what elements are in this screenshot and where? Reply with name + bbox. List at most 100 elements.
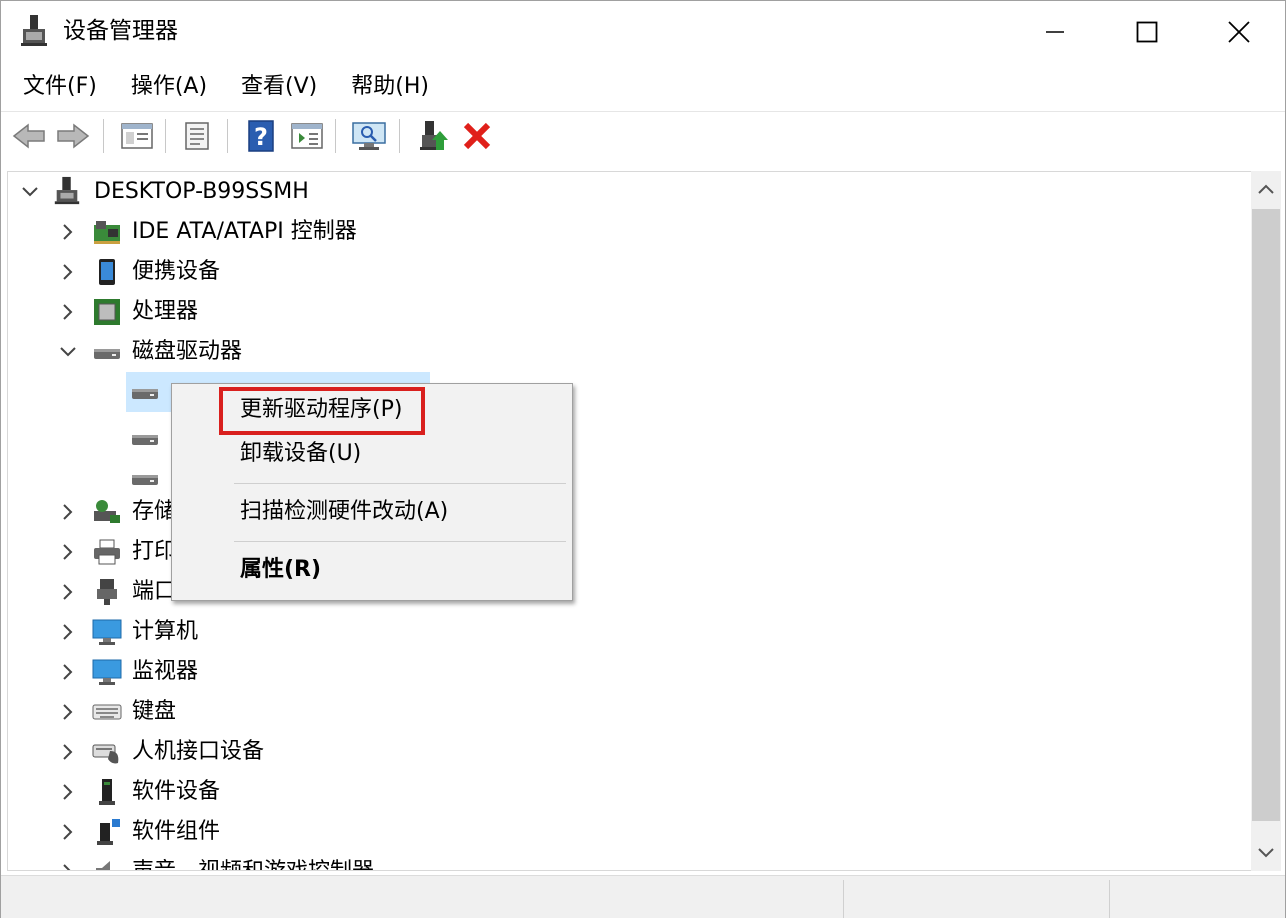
toolbar-separator xyxy=(165,119,166,153)
chevron-right-icon[interactable] xyxy=(58,582,78,602)
tree-item-software-components[interactable]: 软件组件 xyxy=(8,812,1248,852)
portable-device-icon xyxy=(99,259,115,285)
tree-item-portable-devices[interactable]: 便携设备 xyxy=(8,252,1248,292)
chevron-right-icon[interactable] xyxy=(58,662,78,682)
tree-item-label: 软件设备 xyxy=(132,779,221,804)
monitor-icon xyxy=(92,659,122,685)
run-window-icon xyxy=(291,123,323,149)
tree-root-label: DESKTOP-B99SSMH xyxy=(94,179,309,204)
status-bar xyxy=(1,875,1285,918)
sound-icon xyxy=(96,861,110,870)
status-pane xyxy=(1109,880,1285,918)
chevron-right-icon[interactable] xyxy=(58,222,78,242)
tree-item-keyboards[interactable]: 键盘 xyxy=(8,692,1248,732)
tree-item-ide-controller[interactable]: IDE ATA/ATAPI 控制器 xyxy=(8,212,1248,252)
scroll-down-button[interactable] xyxy=(1251,835,1281,871)
close-button[interactable] xyxy=(1193,1,1285,63)
tree-item-label: 处理器 xyxy=(132,299,199,324)
menu-view[interactable]: 查看(V) xyxy=(227,67,331,107)
computer-icon xyxy=(92,619,122,645)
context-menu-label: 属性(R) xyxy=(240,557,322,582)
maximize-icon xyxy=(1136,21,1158,43)
vertical-scrollbar[interactable] xyxy=(1251,171,1281,871)
menu-action[interactable]: 操作(A) xyxy=(117,67,221,107)
computer-root-icon xyxy=(54,176,80,205)
menu-file[interactable]: 文件(F) xyxy=(9,67,111,107)
context-menu-label: 卸载设备(U) xyxy=(240,441,362,466)
tree-item-label: 存储 xyxy=(132,499,177,524)
tree-item-label: 软件组件 xyxy=(132,819,221,844)
chevron-right-icon[interactable] xyxy=(58,542,78,562)
update-driver-icon xyxy=(420,121,448,150)
device-manager-window: 设备管理器 文件(F) 操作(A) 查看(V) 帮助(H) ? DESKTOP-… xyxy=(0,0,1286,918)
disk-drive-icon xyxy=(132,435,158,445)
toolbar-separator xyxy=(399,119,400,153)
back-icon xyxy=(12,123,45,149)
chevron-right-icon[interactable] xyxy=(58,822,78,842)
tree-item-software-devices[interactable]: 软件设备 xyxy=(8,772,1248,812)
tree-item-label: 键盘 xyxy=(132,699,177,724)
port-icon xyxy=(97,579,117,605)
context-menu-separator xyxy=(234,483,566,484)
show-hide-console-tree-button[interactable] xyxy=(117,114,157,158)
tree-item-monitors[interactable]: 监视器 xyxy=(8,652,1248,692)
chevron-right-icon[interactable] xyxy=(58,702,78,722)
forward-icon xyxy=(57,123,90,149)
context-menu-properties[interactable]: 属性(R) xyxy=(172,548,572,592)
properties-window-icon xyxy=(121,123,153,149)
tree-item-label: 便携设备 xyxy=(132,259,221,284)
keyboard-icon xyxy=(92,704,122,720)
document-icon xyxy=(185,122,209,150)
tree-item-disk-drives[interactable]: 磁盘驱动器 xyxy=(8,332,1248,372)
tree-item-label: 人机接口设备 xyxy=(132,739,265,764)
tree-item-label: 端口 xyxy=(132,579,177,604)
toolbar-separator xyxy=(227,119,228,153)
help-icon: ? xyxy=(248,120,274,152)
chevron-right-icon[interactable] xyxy=(58,862,78,871)
toolbar-separator xyxy=(335,119,336,153)
menu-bar: 文件(F) 操作(A) 查看(V) 帮助(H) xyxy=(1,67,1285,107)
chevron-down-icon[interactable] xyxy=(58,342,78,362)
scroll-up-button[interactable] xyxy=(1251,171,1281,207)
tree-item-computer[interactable]: 计算机 xyxy=(8,612,1248,652)
chevron-right-icon[interactable] xyxy=(58,502,78,522)
status-pane xyxy=(843,880,1109,918)
close-icon xyxy=(1228,21,1250,43)
minimize-button[interactable] xyxy=(1009,1,1101,63)
device-manager-app-icon xyxy=(21,15,47,47)
tree-item-sound-video-game[interactable]: 声音、视频和游戏控制器 xyxy=(8,852,1248,871)
tree-item-label: 计算机 xyxy=(132,619,199,644)
disk-drive-icon xyxy=(132,475,158,485)
tree-item-processors[interactable]: 处理器 xyxy=(8,292,1248,332)
action-pane-button[interactable] xyxy=(287,114,327,158)
chevron-right-icon[interactable] xyxy=(58,622,78,642)
monitor-scan-icon xyxy=(352,122,386,150)
chevron-right-icon[interactable] xyxy=(58,302,78,322)
storage-icon xyxy=(94,500,120,523)
tree-item-label: 打印 xyxy=(132,539,177,564)
minimize-icon xyxy=(1046,31,1064,33)
title-bar: 设备管理器 xyxy=(1,1,1285,63)
menu-help[interactable]: 帮助(H) xyxy=(337,67,443,107)
scrollbar-thumb[interactable] xyxy=(1252,209,1280,821)
chevron-right-icon[interactable] xyxy=(58,782,78,802)
scan-hardware-button[interactable] xyxy=(349,114,389,158)
update-driver-button[interactable] xyxy=(413,114,453,158)
tree-item-hid[interactable]: 人机接口设备 xyxy=(8,732,1248,772)
svg-text:?: ? xyxy=(254,123,268,151)
uninstall-device-button[interactable] xyxy=(457,114,497,158)
chevron-up-icon xyxy=(1258,184,1274,194)
software-component-icon xyxy=(97,819,120,845)
tree-root[interactable]: DESKTOP-B99SSMH xyxy=(8,172,1248,212)
chevron-right-icon[interactable] xyxy=(58,262,78,282)
help-button[interactable]: ? xyxy=(241,114,281,158)
forward-button[interactable] xyxy=(53,114,93,158)
context-menu-uninstall-device[interactable]: 卸载设备(U) xyxy=(172,432,572,476)
chevron-right-icon[interactable] xyxy=(58,742,78,762)
context-menu-scan-hardware[interactable]: 扫描检测硬件改动(A) xyxy=(172,490,572,534)
properties-button[interactable] xyxy=(177,114,217,158)
back-button[interactable] xyxy=(9,114,49,158)
context-menu-label: 扫描检测硬件改动(A) xyxy=(240,499,449,524)
chevron-down-icon[interactable] xyxy=(20,182,40,202)
maximize-button[interactable] xyxy=(1101,1,1193,63)
